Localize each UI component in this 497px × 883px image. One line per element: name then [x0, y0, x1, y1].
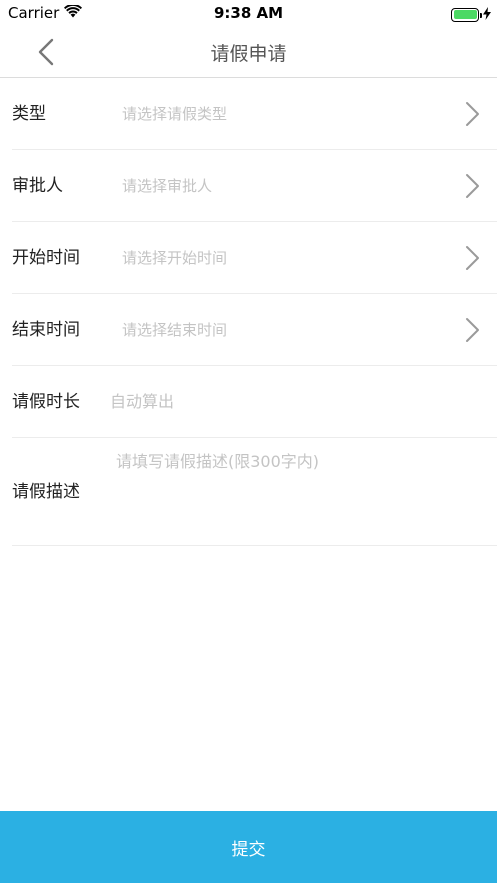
- start-time-label: 开始时间: [12, 248, 80, 268]
- description-label: 请假描述: [12, 482, 80, 502]
- leave-form: 类型 请选择请假类型 审批人 请选择审批人 开始时间 请选择开始时间 结束时间 …: [0, 78, 497, 546]
- screen: Carrier 9:38 AM 请假申请 类型 请选择请假类型 审批人 请选择审…: [0, 0, 497, 883]
- description-row: 请假描述 请填写请假描述(限300字内): [12, 438, 497, 546]
- chevron-right-icon: [466, 102, 479, 126]
- end-time-label: 结束时间: [12, 320, 80, 340]
- charging-bolt-icon: [483, 5, 491, 24]
- status-bar: Carrier 9:38 AM: [0, 0, 497, 26]
- chevron-right-icon: [466, 246, 479, 270]
- start-time-row[interactable]: 开始时间 请选择开始时间: [12, 222, 497, 294]
- end-time-row[interactable]: 结束时间 请选择结束时间: [12, 294, 497, 366]
- duration-value: 自动算出: [110, 392, 175, 411]
- battery-tip: [480, 12, 482, 18]
- duration-row: 请假时长 自动算出: [12, 366, 497, 438]
- submit-button[interactable]: 提交: [0, 811, 497, 883]
- leave-type-row[interactable]: 类型 请选择请假类型: [12, 78, 497, 150]
- approver-row[interactable]: 审批人 请选择审批人: [12, 150, 497, 222]
- start-time-placeholder: 请选择开始时间: [122, 249, 228, 267]
- status-right: [451, 5, 491, 24]
- page-title: 请假申请: [210, 43, 287, 65]
- nav-bar: 请假申请: [0, 26, 497, 78]
- duration-label: 请假时长: [12, 392, 80, 412]
- approver-label: 审批人: [12, 176, 63, 196]
- battery-fill: [453, 10, 477, 19]
- end-time-placeholder: 请选择结束时间: [122, 321, 228, 339]
- status-time: 9:38 AM: [213, 4, 284, 22]
- submit-label: 提交: [231, 839, 266, 860]
- description-input[interactable]: 请填写请假描述(限300字内): [116, 448, 319, 472]
- chevron-right-icon: [466, 318, 479, 342]
- leave-type-label: 类型: [12, 104, 46, 124]
- battery-icon: [451, 7, 482, 22]
- approver-placeholder: 请选择审批人: [122, 177, 213, 195]
- leave-type-placeholder: 请选择请假类型: [122, 105, 228, 123]
- chevron-right-icon: [466, 174, 479, 198]
